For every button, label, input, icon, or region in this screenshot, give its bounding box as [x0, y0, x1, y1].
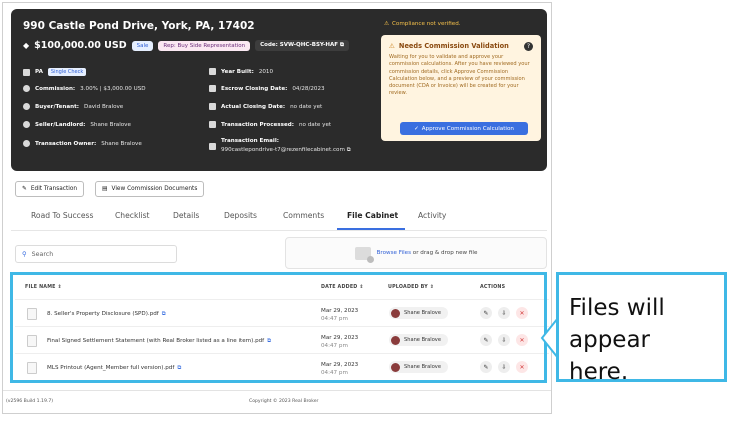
view-commission-documents-button[interactable]: ▤ View Commission Documents — [95, 181, 205, 197]
price-row: ◆ $100,000.00 USD Sale Rep: Buy Side Rep… — [23, 40, 349, 51]
user-icon — [23, 140, 30, 147]
email-row: Transaction Email: 990castlepondrive-t7@… — [209, 137, 351, 155]
tab-checklist[interactable]: Checklist — [115, 211, 150, 220]
copyright: Copyright © 2023 Real Broker — [249, 399, 319, 404]
location-icon — [23, 68, 30, 76]
tab-deposits[interactable]: Deposits — [224, 211, 257, 220]
callout-annotation: Files will appear here. — [556, 272, 727, 385]
transaction-price: $100,000.00 USD — [34, 40, 127, 51]
price-tag-icon: ◆ — [23, 41, 30, 50]
user-icon — [23, 103, 30, 110]
envelope-icon — [209, 143, 216, 150]
validation-title: ⚠ Needs Commission Validation — [389, 42, 509, 50]
tab-divider — [11, 230, 547, 231]
active-tab-indicator — [337, 228, 405, 230]
actual-closing-row: Actual Closing Date: no date yet — [209, 103, 322, 110]
copy-icon[interactable]: ⧉ — [340, 42, 344, 48]
pencil-icon: ✎ — [22, 186, 27, 192]
tab-road-to-success[interactable]: Road To Success — [31, 211, 93, 220]
sale-chip: Sale — [131, 40, 154, 51]
check-icon: ✓ — [414, 125, 419, 132]
help-icon[interactable]: ? — [524, 42, 533, 51]
document-icon: ▤ — [102, 186, 108, 192]
tab-details[interactable]: Details — [173, 211, 199, 220]
calendar-icon — [209, 103, 216, 110]
warning-icon: ⚠ — [384, 21, 390, 27]
calendar-icon — [209, 68, 216, 75]
calendar-icon — [209, 121, 216, 128]
edit-transaction-button[interactable]: ✎ Edit Transaction — [15, 181, 85, 197]
file-drop-zone[interactable]: Browse Files or drag & drop new file — [285, 237, 547, 269]
transaction-header: 990 Castle Pond Drive, York, PA, 17402 ◆… — [11, 9, 547, 171]
approve-commission-button[interactable]: ✓ Approve Commission Calculation — [400, 122, 528, 135]
year-row: Year Built: 2010 — [209, 68, 273, 75]
search-icon: ⚲ — [22, 250, 27, 258]
tab-file-cabinet[interactable]: File Cabinet — [347, 211, 398, 220]
user-icon — [23, 121, 30, 128]
buyer-row: Buyer/Tenant: David Bralove — [23, 103, 123, 110]
escrow-row: Escrow Closing Date: 04/28/2023 — [209, 85, 325, 92]
build-version: (v2596 Build 1.19.7) — [6, 399, 54, 404]
tab-bar: Road To Success Checklist Details Deposi… — [31, 211, 551, 229]
commission-row: Commission: 3.00% | $3,000.00 USD — [23, 85, 146, 92]
owner-row: Transaction Owner: Shane Bralove — [23, 140, 142, 147]
tab-activity[interactable]: Activity — [418, 211, 446, 220]
tab-comments[interactable]: Comments — [283, 211, 324, 220]
calendar-icon — [209, 85, 216, 92]
commission-validation-panel: ⚠ Needs Commission Validation ? Waiting … — [381, 35, 541, 141]
code-chip[interactable]: Code: SVW-QHC-BSY-HAF ⧉ — [255, 40, 349, 51]
compliance-warning: ⚠ Compliance not verified. — [384, 21, 461, 27]
search-input[interactable]: ⚲ Search — [15, 245, 177, 263]
dollar-icon — [23, 85, 30, 92]
processed-row: Transaction Processed: no date yet — [209, 121, 331, 128]
seller-row: Seller/Landlord: Shane Bralove — [23, 121, 131, 128]
warning-icon: ⚠ — [389, 42, 395, 50]
highlight-box — [10, 272, 547, 383]
representation-chip: Rep: Buy Side Representation — [158, 40, 251, 51]
copy-icon[interactable]: ⧉ — [347, 147, 351, 153]
browse-files-link[interactable]: Browse Files — [377, 250, 411, 256]
footer-divider — [3, 390, 551, 391]
single-check-badge: Single Check — [47, 68, 87, 76]
validation-body: Waiting for you to validate and approve … — [389, 54, 530, 97]
folder-upload-icon — [354, 246, 374, 263]
state-row: PA Single Check — [23, 68, 87, 76]
transaction-address: 990 Castle Pond Drive, York, PA, 17402 — [23, 20, 255, 32]
